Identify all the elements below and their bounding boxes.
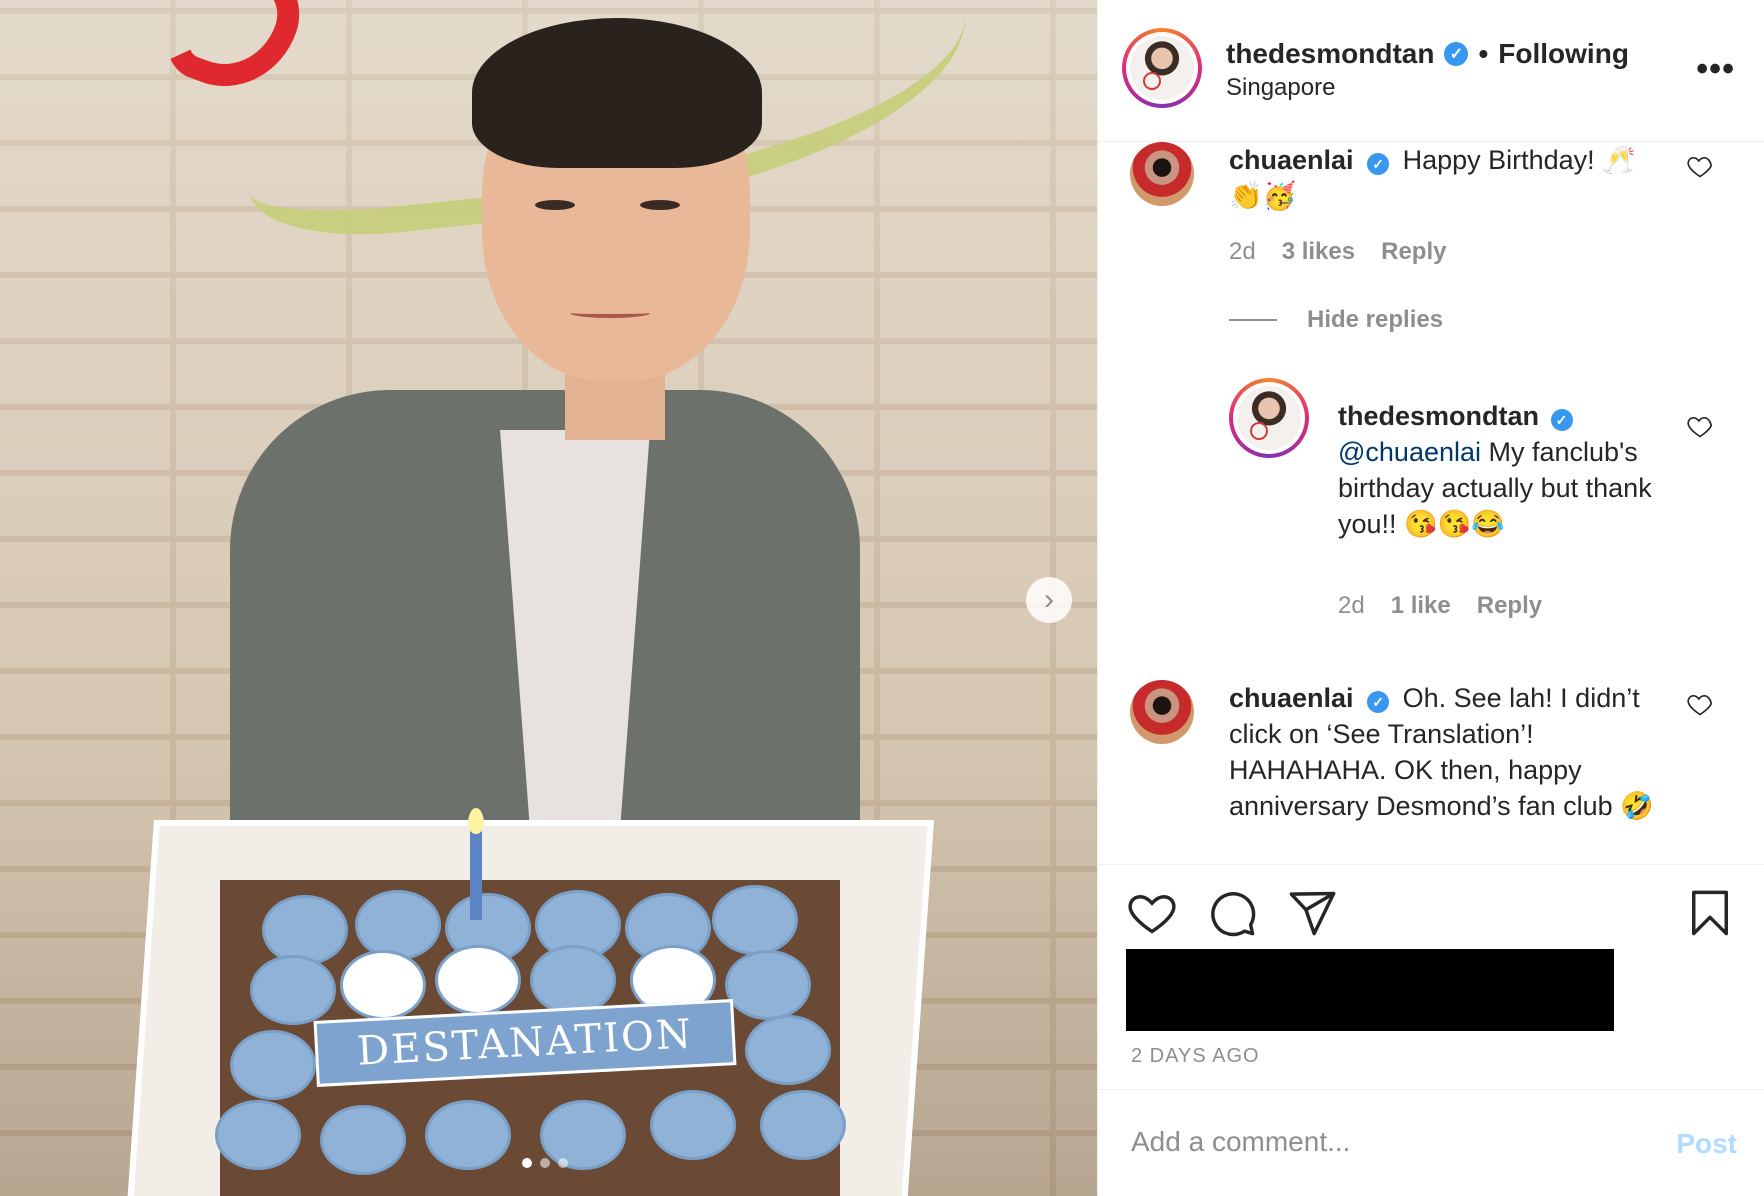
carousel-next-button[interactable]: › — [1026, 577, 1072, 623]
post-timestamp[interactable]: 2 DAYS AGO — [1131, 1045, 1260, 1068]
cupcake — [760, 1090, 846, 1160]
reply-reply-button[interactable]: Reply — [1477, 592, 1542, 620]
cupcake — [425, 1100, 511, 1170]
candle-flame — [468, 808, 484, 834]
chevron-right-icon: › — [1044, 583, 1054, 616]
verified-badge-icon: ✓ — [1550, 409, 1573, 431]
author-info: thedesmondtan ✓ • Following — [1226, 38, 1629, 70]
comment-avatar[interactable] — [1130, 680, 1194, 744]
comment-body: chuaenlai ✓ Happy Birthday! 🥂 👏🥳 — [1229, 142, 1659, 214]
person-mouth — [570, 308, 650, 318]
post-photo[interactable]: DESTANATION › — [0, 0, 1097, 1196]
add-comment-input[interactable] — [1131, 1126, 1611, 1158]
cupcake — [725, 950, 811, 1020]
follow-status-button[interactable]: Following — [1498, 38, 1629, 70]
comment-like-icon[interactable] — [1686, 690, 1714, 718]
divider-line — [1229, 319, 1277, 321]
carousel-indicator — [522, 1158, 568, 1168]
birthday-candle — [470, 830, 482, 920]
hide-replies-label: Hide replies — [1307, 306, 1444, 333]
comment-username[interactable]: chuaenlai — [1229, 145, 1354, 175]
cupcake — [250, 955, 336, 1025]
carousel-dot — [558, 1158, 568, 1168]
comment-avatar[interactable] — [1130, 142, 1194, 206]
comment-time: 2d — [1229, 238, 1256, 265]
reply-body: thedesmondtan ✓ @chuaenlai My fanclub's … — [1338, 398, 1668, 542]
post-details-panel: thedesmondtan ✓ • Following Singapore ••… — [1097, 0, 1764, 1196]
person-hair — [472, 18, 762, 168]
verified-badge-icon: ✓ — [1367, 153, 1390, 175]
cupcake — [320, 1105, 406, 1175]
author-avatar[interactable] — [1122, 28, 1202, 108]
cupcake — [530, 945, 616, 1015]
post-comment-button[interactable]: Post — [1676, 1128, 1737, 1160]
reply-like-icon[interactable] — [1686, 412, 1714, 440]
reply-meta: 2d 1 like Reply — [1338, 592, 1542, 620]
likes-count-redacted — [1126, 949, 1614, 1031]
share-paper-plane-icon[interactable] — [1286, 887, 1338, 939]
verified-badge-icon: ✓ — [1444, 42, 1469, 66]
comment-meta: 2d 3 likes Reply — [1229, 238, 1446, 266]
comment-likes[interactable]: 3 likes — [1282, 238, 1355, 266]
cupcake — [340, 950, 426, 1020]
cupcake — [650, 1090, 736, 1160]
like-heart-icon[interactable] — [1126, 887, 1178, 939]
comment-body: chuaenlai ✓ Oh. See lah! I didn’t click … — [1229, 680, 1659, 824]
post-actions: 2 DAYS AGO Post — [1098, 864, 1764, 1196]
instagram-post-view: DESTANATION › thedesmondtan ✓ • Followin… — [0, 0, 1764, 1196]
post-location[interactable]: Singapore — [1226, 74, 1335, 102]
comments-list[interactable]: chuaenlai ✓ Happy Birthday! 🥂 👏🥳 2d 3 li… — [1098, 142, 1764, 864]
comment-username[interactable]: chuaenlai — [1229, 683, 1354, 713]
bookmark-icon[interactable] — [1684, 887, 1736, 939]
add-comment-bar: Post — [1098, 1089, 1764, 1196]
person-eye — [640, 200, 680, 210]
post-header: thedesmondtan ✓ • Following Singapore ••… — [1098, 0, 1764, 142]
more-horizontal-icon[interactable]: ••• — [1696, 50, 1735, 89]
reply-time: 2d — [1338, 592, 1365, 619]
cupcake — [355, 890, 441, 960]
header-separator: • — [1478, 38, 1489, 69]
reply-likes[interactable]: 1 like — [1391, 592, 1451, 620]
verified-badge-icon: ✓ — [1367, 691, 1390, 713]
cupcake — [230, 1030, 316, 1100]
hide-replies-button[interactable]: Hide replies — [1229, 306, 1443, 334]
cupcake — [745, 1015, 831, 1085]
comment-reply-button[interactable]: Reply — [1381, 238, 1446, 266]
comment-bubble-icon[interactable] — [1206, 887, 1258, 939]
reply-avatar[interactable] — [1229, 378, 1309, 458]
reply-username[interactable]: thedesmondtan — [1338, 401, 1539, 431]
cupcake — [435, 945, 521, 1015]
cupcake — [712, 885, 798, 955]
comment-like-icon[interactable] — [1686, 152, 1714, 180]
reply-mention-link[interactable]: @chuaenlai — [1338, 437, 1481, 467]
author-username[interactable]: thedesmondtan — [1226, 38, 1434, 70]
cupcake — [262, 895, 348, 965]
person-eye — [535, 200, 575, 210]
cupcake — [215, 1100, 301, 1170]
carousel-dot — [540, 1158, 550, 1168]
carousel-dot-active — [522, 1158, 532, 1168]
